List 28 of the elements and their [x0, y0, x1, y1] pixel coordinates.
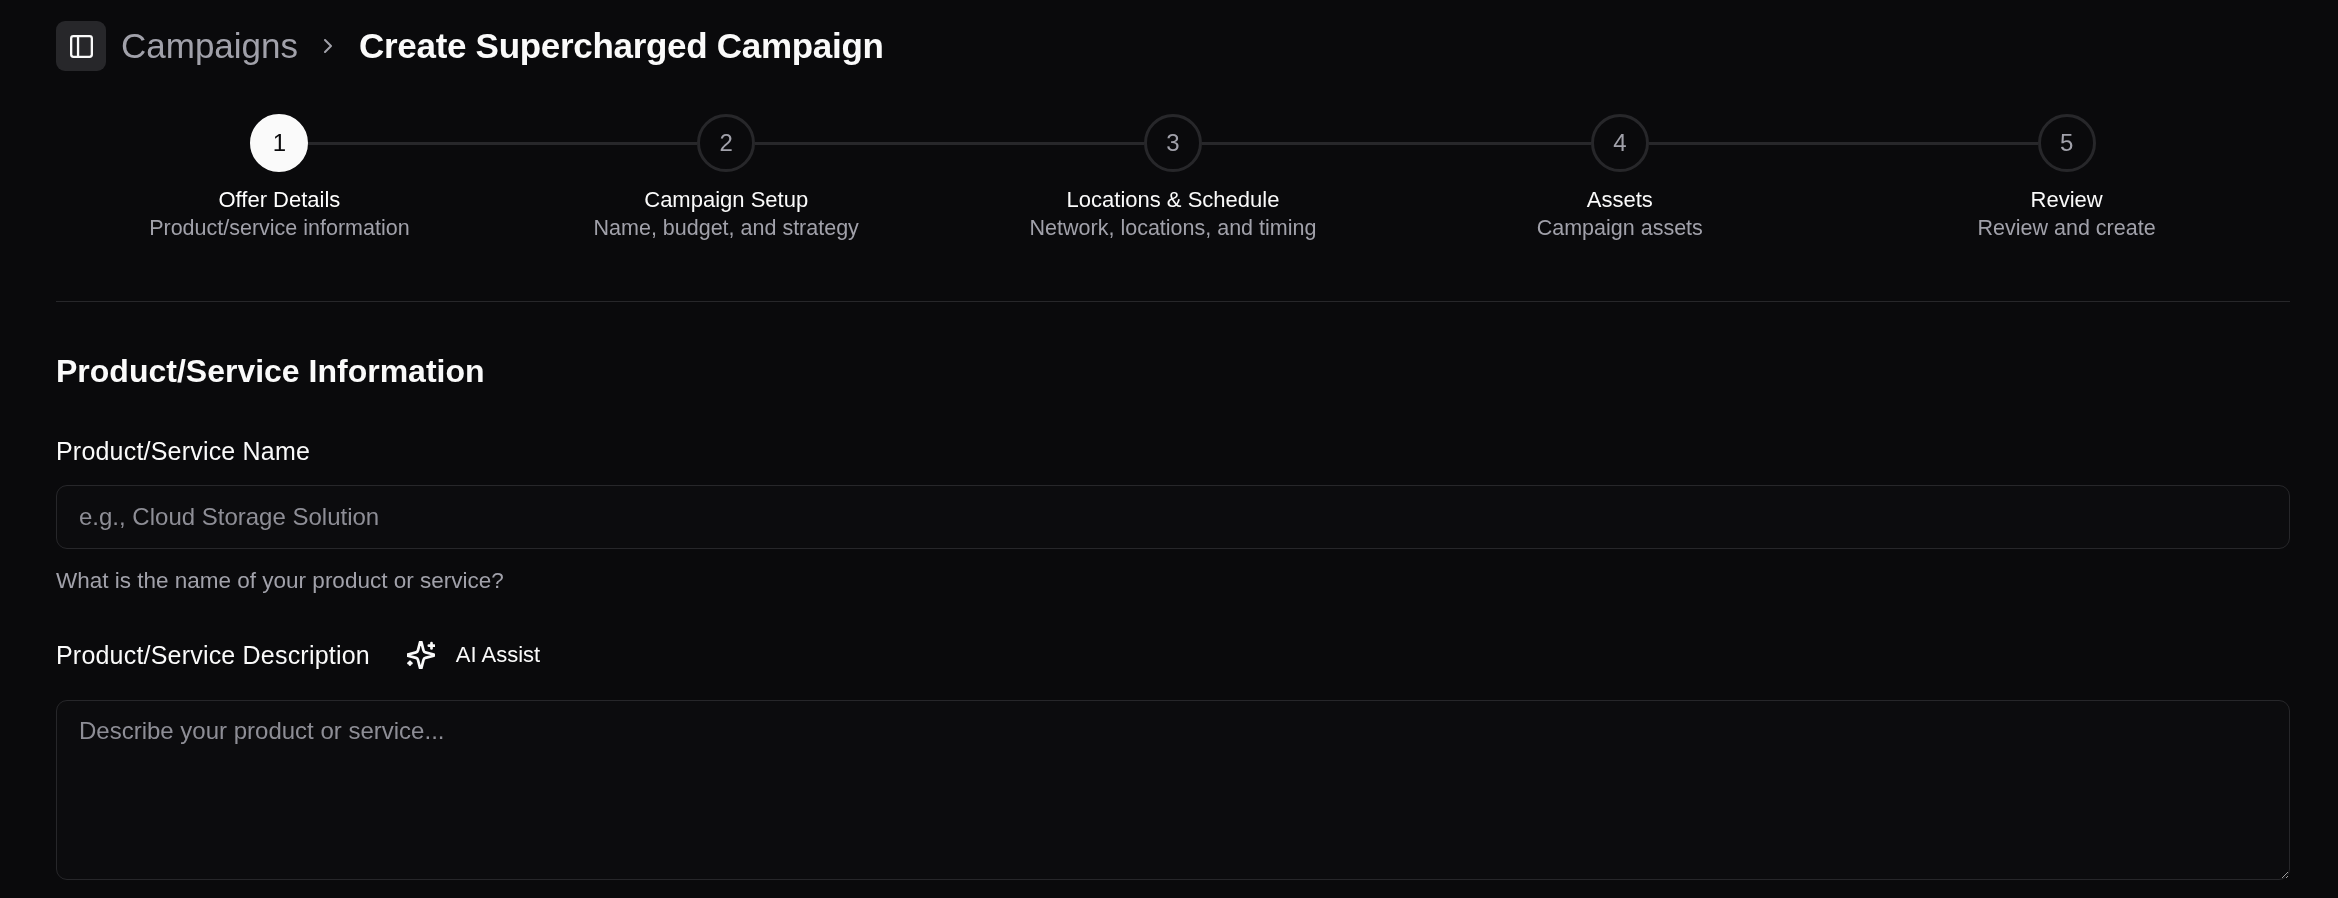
step-circle: 1 — [250, 114, 309, 172]
ai-assist-button[interactable]: AI Assist — [406, 640, 541, 670]
step-subtitle: Name, budget, and strategy — [593, 215, 859, 242]
chevron-right-icon — [324, 39, 333, 53]
sidebar-toggle-button[interactable] — [56, 21, 106, 71]
field-label: Product/Service Description — [56, 640, 370, 670]
step-subtitle: Network, locations, and timing — [1029, 215, 1317, 242]
help-text: What is the name of your product or service? — [56, 567, 505, 595]
breadcrumb-link[interactable]: Campaigns — [121, 24, 299, 68]
step-subtitle: Campaign assets — [1536, 215, 1703, 242]
step-circle: 5 — [2037, 114, 2096, 172]
step-title: Campaign Setup — [644, 186, 809, 214]
step-subtitle: Product/service information — [149, 215, 410, 242]
panel-icon — [69, 34, 93, 58]
step-circle: 4 — [1590, 114, 1649, 172]
textarea-field[interactable]: Describe your product or service... — [56, 700, 2290, 880]
step-circle: 2 — [697, 114, 756, 172]
page-title: Create Supercharged Campaign — [359, 25, 884, 67]
step-title: Review — [2030, 186, 2103, 214]
step-title: Offer Details — [218, 186, 341, 214]
step-title: Locations & Schedule — [1066, 186, 1280, 214]
step-subtitle: Review and create — [1977, 215, 2156, 242]
step-title: Assets — [1586, 186, 1653, 214]
section-heading: Product/Service Information — [56, 352, 486, 391]
field-label: Product/Service Name — [56, 436, 311, 466]
input-field[interactable]: e.g., Cloud Storage Solution — [56, 485, 2290, 549]
step-circle: 3 — [1144, 114, 1202, 172]
sparkle-icon — [406, 641, 435, 669]
